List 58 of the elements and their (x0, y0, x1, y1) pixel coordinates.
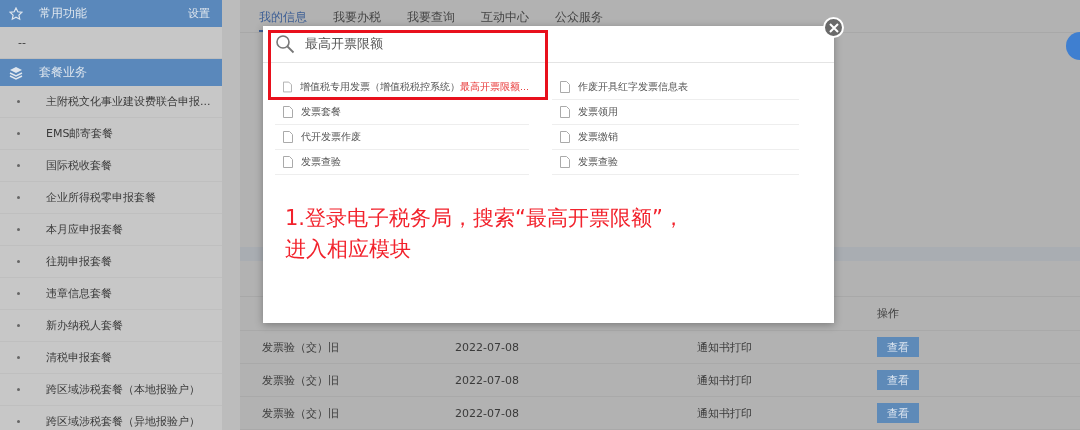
section-title: 套餐业务 (39, 64, 88, 81)
table-cell-text: 发票验（交）旧 (262, 405, 340, 421)
search-icon (275, 34, 295, 54)
bullet-icon (17, 260, 20, 263)
table-cell-text: 2022-07-08 (455, 406, 520, 420)
bullet-icon (17, 100, 20, 103)
bullet-icon (17, 196, 20, 199)
bullet-icon (17, 420, 20, 423)
layers-icon (9, 65, 23, 80)
sidebar-item[interactable]: 本月应申报套餐 (46, 222, 123, 237)
annotation-text: 1.登录电子税务局，搜索“最高开票限额”， (285, 205, 685, 232)
table-cell-text: 发票验（交）旧 (262, 372, 340, 388)
sidebar-item[interactable]: 主附税文化事业建设费联合申报... (46, 94, 211, 109)
search-result[interactable]: 代开发票作废 (301, 130, 361, 144)
section-title: 常用功能 (39, 5, 88, 22)
search-result[interactable]: 发票查验 (301, 155, 341, 169)
close-button[interactable] (823, 17, 844, 38)
table-cell-text: 通知书打印 (697, 372, 753, 388)
search-result[interactable]: 发票领用 (578, 105, 618, 119)
search-result[interactable]: 发票套餐 (301, 105, 341, 119)
search-result[interactable]: 发票查验 (578, 155, 618, 169)
search-result[interactable]: 发票缴销 (578, 130, 618, 144)
document-icon (560, 131, 570, 143)
document-icon (560, 81, 570, 93)
annotation-text: 进入相应模块 (285, 236, 412, 263)
table-cell-text: 通知书打印 (697, 339, 753, 355)
close-icon (827, 21, 840, 34)
sidebar-item[interactable]: EMS邮寄套餐 (46, 126, 114, 141)
sidebar-item[interactable]: 违章信息套餐 (46, 286, 112, 301)
column-header: 操作 (877, 306, 900, 321)
star-icon (9, 6, 23, 21)
search-result[interactable]: 作废开具红字发票信息表 (578, 80, 688, 94)
sidebar-item[interactable]: 清税申报套餐 (46, 350, 112, 365)
table-cell-text: 发票验（交）旧 (262, 339, 340, 355)
document-icon (283, 156, 293, 168)
search-field[interactable]: 最高开票限额 (305, 36, 505, 52)
bullet-icon (17, 356, 20, 359)
bullet-icon (17, 324, 20, 327)
document-icon (560, 106, 570, 118)
sidebar-item[interactable]: 国际税收套餐 (46, 158, 112, 173)
document-icon (283, 106, 293, 118)
table-cell-text: 通知书打印 (697, 405, 753, 421)
table-cell-text: 2022-07-08 (455, 373, 520, 387)
table-cell-text: 2022-07-08 (455, 340, 520, 354)
bullet-icon (17, 164, 20, 167)
sidebar-item[interactable]: 往期申报套餐 (46, 254, 112, 269)
sidebar-item[interactable]: 跨区域涉税套餐（异地报验户） (46, 414, 200, 429)
bullet-icon (17, 132, 20, 135)
document-icon (283, 131, 293, 143)
document-icon (283, 81, 292, 93)
bullet-icon (17, 292, 20, 295)
bullet-icon (17, 228, 20, 231)
sidebar-item[interactable]: 企业所得税零申报套餐 (46, 190, 156, 205)
bullet-icon (17, 388, 20, 391)
sidebar-item[interactable]: 新办纳税人套餐 (46, 318, 123, 333)
search-result[interactable]: 增值税专用发票（增值税税控系统）最高开票限额... (299, 80, 529, 94)
sidebar-item[interactable]: 跨区域涉税套餐（本地报验户） (46, 382, 200, 397)
document-icon (560, 156, 570, 168)
